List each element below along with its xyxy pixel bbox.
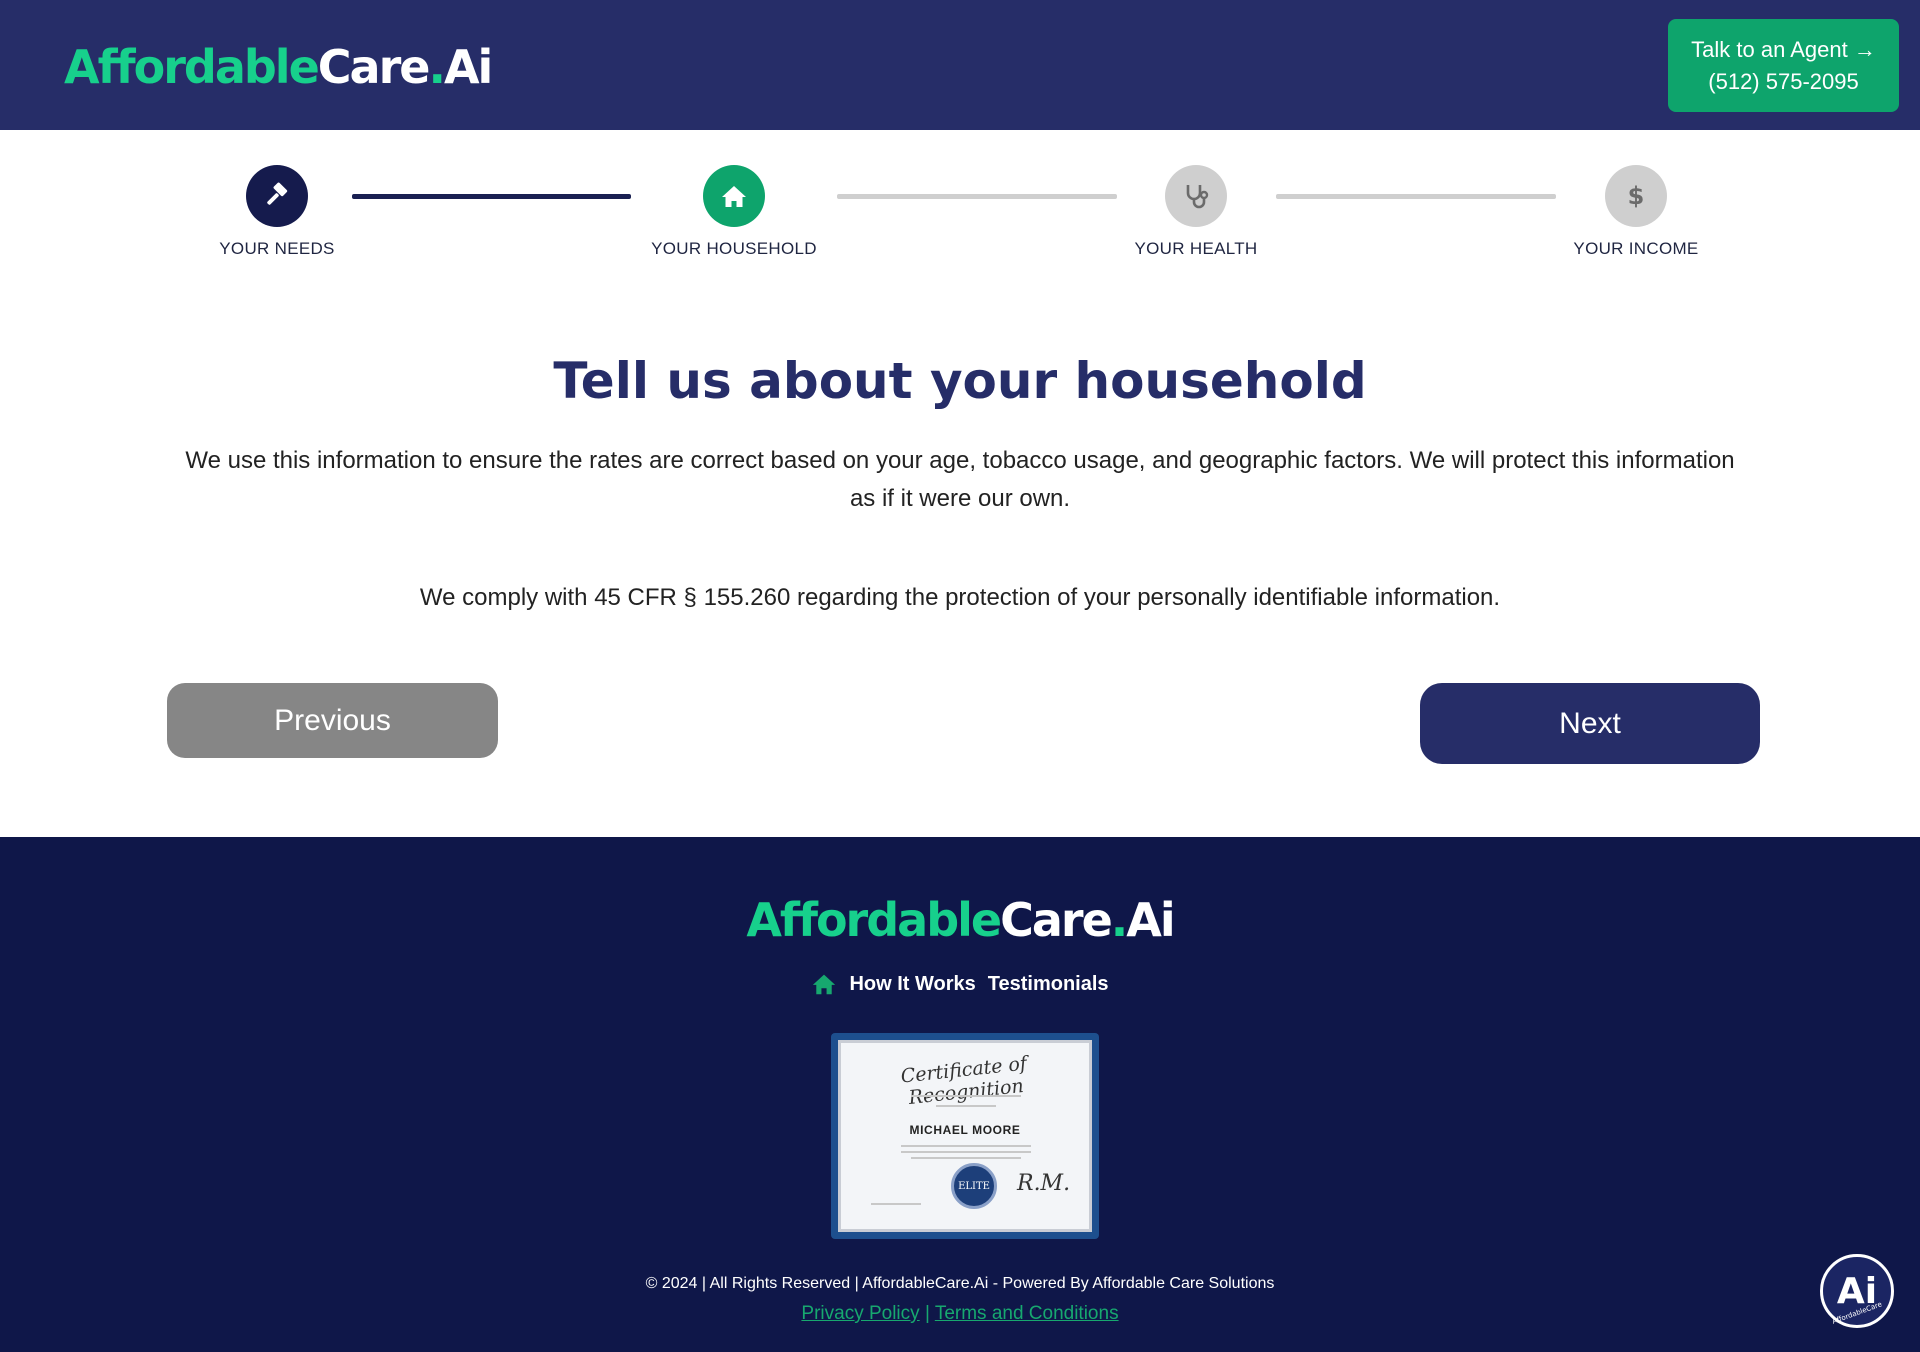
talk-to-agent-button[interactable]: Talk to an Agent → (512) 575-2095 <box>1668 19 1899 112</box>
certificate-paper: Certificate of Recognition MICHAEL MOORE… <box>838 1040 1092 1232</box>
step-needs-label: YOUR NEEDS <box>219 239 335 258</box>
step-connector-2 <box>837 194 1117 199</box>
home-icon[interactable] <box>811 972 837 996</box>
certificate-of-recognition-image: Certificate of Recognition MICHAEL MOORE… <box>831 1033 1099 1239</box>
next-button[interactable]: Next <box>1420 683 1760 764</box>
privacy-policy-link[interactable]: Privacy Policy <box>801 1303 919 1324</box>
certificate-text-line <box>936 1105 996 1107</box>
copyright-text: © 2024 | All Rights Reserved | Affordabl… <box>645 1275 1275 1292</box>
certificate-text-line <box>901 1145 1031 1147</box>
footer-nav: How It Works Testimonials <box>0 972 1920 996</box>
legal-links: Privacy Policy | Terms and Conditions <box>0 1303 1920 1325</box>
certificate-recipient-name: MICHAEL MOORE <box>909 1123 1021 1137</box>
hammer-icon <box>267 182 288 205</box>
certificate-text-line <box>911 1157 1021 1159</box>
page-title: Tell us about your household <box>553 352 1367 410</box>
step-income-label: YOUR INCOME <box>1573 239 1699 258</box>
svg-text:$: $ <box>1628 182 1645 210</box>
dollar-icon: $ <box>1628 182 1645 210</box>
terms-and-conditions-link[interactable]: Terms and Conditions <box>935 1303 1119 1324</box>
step-connector-1 <box>352 194 631 199</box>
progress-stepper: YOUR NEEDS YOUR HOUSEHOLD YOUR HEALTH $ … <box>0 130 1920 280</box>
logo-dot: . <box>428 40 446 94</box>
step-household-label: YOUR HOUSEHOLD <box>651 239 817 258</box>
home-icon <box>722 186 746 207</box>
legal-separator: | <box>924 1303 930 1324</box>
household-description: We use this information to ensure the ra… <box>185 447 1735 512</box>
elite-seal: ELITE <box>951 1163 997 1209</box>
brand-logo[interactable]: AffordableCare.Ai <box>64 40 493 94</box>
step-income[interactable]: $ <box>1605 165 1667 227</box>
step-household[interactable] <box>703 165 765 227</box>
step-needs[interactable] <box>246 165 308 227</box>
agent-phone-number: (512) 575-2095 <box>1708 69 1859 94</box>
agent-button-label: Talk to an Agent → <box>1691 37 1876 62</box>
previous-button[interactable]: Previous <box>167 683 498 758</box>
certificate-signature: R.M. <box>1017 1171 1071 1196</box>
footer-link-testimonials[interactable]: Testimonials <box>988 973 1109 996</box>
stethoscope-icon <box>1186 185 1209 209</box>
step-connector-3 <box>1276 194 1556 199</box>
footer: AffordableCare.Ai How It Works Testimoni… <box>0 837 1920 1352</box>
footer-brand-logo[interactable]: AffordableCare.Ai <box>0 893 1920 947</box>
footer-logo-text-affordable: Affordable <box>746 893 1002 947</box>
footer-logo-dot: . <box>1110 893 1129 947</box>
certificate-text-line <box>901 1151 1031 1153</box>
step-health-label: YOUR HEALTH <box>1134 239 1258 258</box>
logo-text-ai: Ai <box>443 40 493 94</box>
compliance-notice: We comply with 45 CFR § 155.260 regardin… <box>419 584 1501 611</box>
header: AffordableCare.Ai Talk to an Agent → (51… <box>0 0 1920 130</box>
certificate-date-line <box>871 1203 921 1205</box>
ai-assistant-badge[interactable]: Ai AffordableCare <box>1820 1254 1894 1328</box>
footer-link-how-it-works[interactable]: How It Works <box>849 973 975 996</box>
certificate-text-line <box>911 1095 1021 1097</box>
logo-text-affordable: Affordable <box>64 40 320 94</box>
footer-logo-text-care: Care <box>1000 893 1113 947</box>
step-health[interactable] <box>1165 165 1227 227</box>
footer-logo-text-ai: Ai <box>1126 893 1175 947</box>
logo-text-care: Care <box>317 40 431 94</box>
